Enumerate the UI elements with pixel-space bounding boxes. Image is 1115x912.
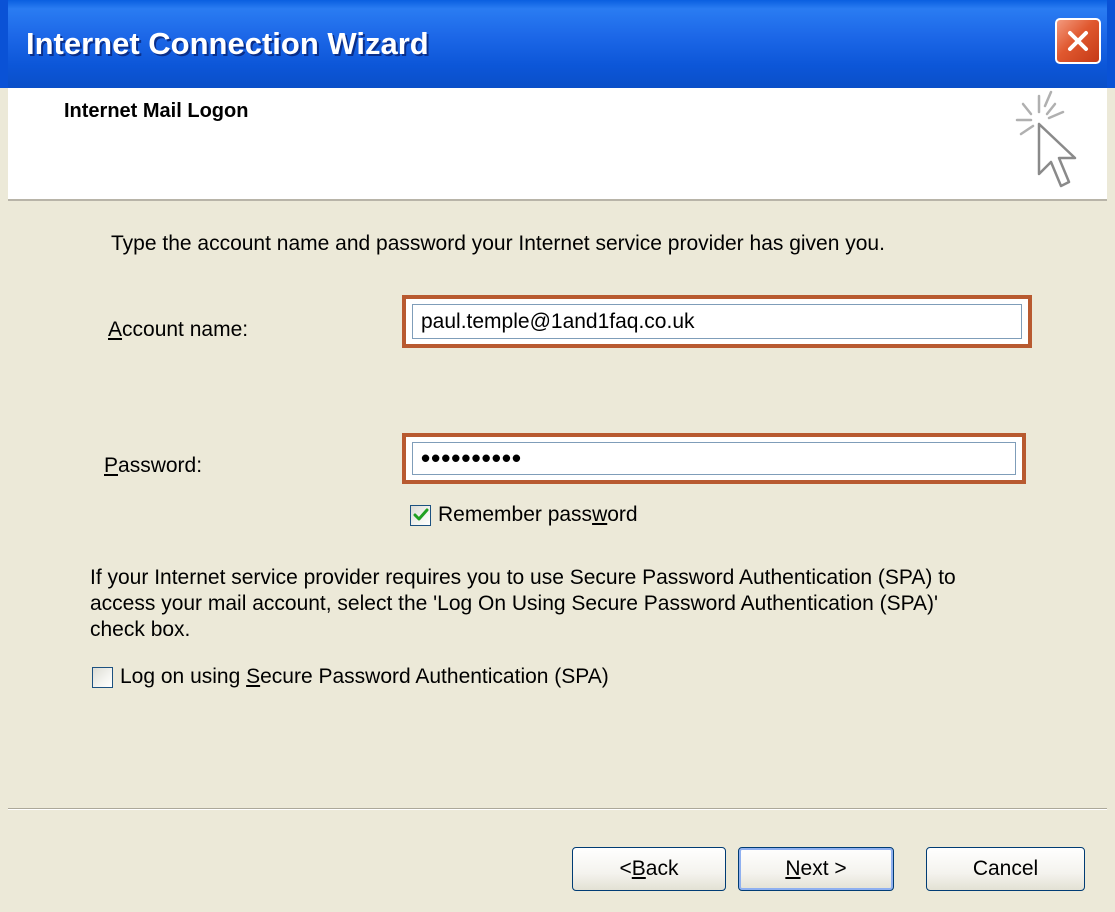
spa-checkbox-label: Log on using Secure Password Authenticat… [120, 665, 609, 688]
title-bar[interactable]: Internet Connection Wizard [0, 0, 1115, 88]
password-label-text: assword: [118, 454, 203, 477]
header-panel: Internet Mail Logon [8, 88, 1107, 201]
account-name-highlight: paul.temple@1and1faq.co.uk [402, 295, 1032, 348]
password-label: Password: [104, 454, 202, 478]
password-input[interactable]: •••••••••• [412, 442, 1016, 475]
account-name-label: Account name: [108, 318, 248, 342]
button-separator [8, 808, 1107, 810]
back-button[interactable]: < Back [572, 847, 726, 891]
close-button[interactable] [1055, 18, 1101, 64]
next-button[interactable]: Next > [738, 847, 894, 891]
spa-description: If your Internet service provider requir… [90, 566, 956, 641]
checkmark-icon [413, 508, 428, 521]
wizard-window: Internet Connection Wizard Internet Mail… [0, 0, 1115, 912]
remember-password-label: Remember password [438, 503, 638, 526]
close-icon [1068, 31, 1088, 51]
spa-row[interactable]: Log on using Secure Password Authenticat… [92, 665, 609, 689]
spa-checkbox[interactable] [92, 666, 113, 688]
instruction-text: Type the account name and password your … [111, 232, 885, 255]
account-name-input[interactable]: paul.temple@1and1faq.co.uk [412, 304, 1022, 339]
account-name-value: paul.temple@1and1faq.co.uk [421, 309, 695, 333]
account-name-mnemonic: A [108, 318, 123, 341]
password-highlight: •••••••••• [402, 433, 1026, 484]
wizard-cursor-icon [1011, 90, 1087, 199]
password-mnemonic: P [104, 454, 119, 477]
window-title: Internet Connection Wizard [26, 26, 429, 61]
account-name-label-text: ccount name: [122, 318, 249, 341]
page-title: Internet Mail Logon [64, 100, 249, 122]
remember-password-row[interactable]: Remember password [410, 503, 638, 527]
password-value: •••••••••• [421, 443, 523, 473]
content-panel: Type the account name and password your … [8, 201, 1107, 912]
cancel-button[interactable]: Cancel [926, 847, 1085, 891]
remember-password-checkbox[interactable] [410, 504, 431, 526]
